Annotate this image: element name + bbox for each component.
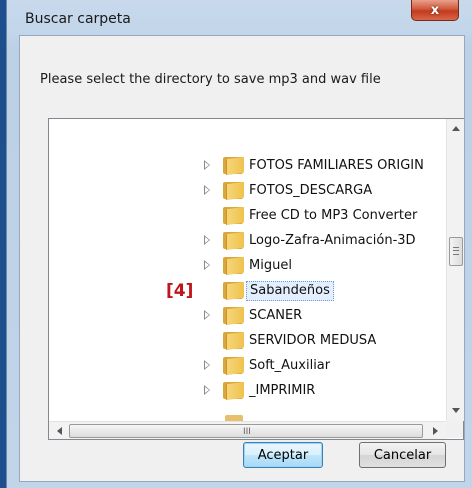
folder-icon [223,331,244,351]
expand-arrow-icon[interactable] [204,360,210,370]
folder-browse-dialog: Buscar carpeta x Please select the direc… [6,0,472,488]
scroll-left-arrow-icon[interactable] [57,427,62,435]
folder-tree-rows: [4] FOTOS FAMILIARES ORIGIN FOTOS_DESCARG… [49,119,446,421]
folder-icon [223,381,244,401]
vertical-scrollbar[interactable] [446,119,464,421]
folder-icon [223,306,244,326]
tree-item[interactable]: SCANER [49,305,446,327]
expand-arrow-icon[interactable] [204,310,210,320]
scroll-up-arrow-icon[interactable] [452,126,460,131]
folder-icon [223,156,244,176]
close-button[interactable]: x [411,0,459,21]
tree-item-label: SCANER [249,308,303,323]
folder-icon [223,356,244,376]
tree-item[interactable]: FOTOS_DESCARGA [49,180,446,202]
expand-arrow-icon[interactable] [204,235,210,245]
tree-item-label: Sabandeños [246,281,334,301]
accept-button[interactable]: Aceptar [243,442,323,468]
tree-item[interactable]: _IMPRIMIR [49,380,446,402]
tree-item-label: Logo-Zafra-Animación-3D [249,233,416,248]
scroll-right-arrow-icon[interactable] [433,427,438,435]
folder-icon [223,206,244,226]
dialog-body: Please select the directory to save mp3 … [19,35,465,482]
tree-item-label: Free CD to MP3 Converter [249,208,418,223]
folder-tree[interactable]: [4] FOTOS FAMILIARES ORIGIN FOTOS_DESCARG… [48,118,464,440]
expand-arrow-icon[interactable] [204,385,210,395]
tree-item-label: Soft_Auxiliar [249,358,331,373]
tree-item-label: SERVIDOR MEDUSA [249,333,377,348]
scrollbar-corner [446,421,463,438]
tree-item-label: FOTOS_DESCARGA [249,183,373,198]
tree-item[interactable]: Sabandeños [49,280,446,302]
folder-icon [223,181,244,201]
expand-arrow-icon[interactable] [204,260,210,270]
scroll-grip-icon: III [243,427,251,437]
title-bar: Buscar carpeta x [7,0,472,34]
tree-item[interactable]: Free CD to MP3 Converter [49,205,446,227]
folder-icon [223,231,244,251]
scroll-down-arrow-icon[interactable] [452,408,460,413]
horizontal-scrollbar[interactable]: III [49,421,446,439]
tree-item-label: Miguel [249,258,292,273]
expand-arrow-icon[interactable] [204,160,210,170]
tree-item-label: _IMPRIMIR [249,383,316,398]
folder-icon [223,281,244,301]
expand-arrow-icon[interactable] [204,185,210,195]
tree-item[interactable]: Soft_Auxiliar [49,355,446,377]
close-icon: x [430,2,440,18]
tree-item[interactable]: SERVIDOR MEDUSA [49,330,446,352]
folder-icon [223,256,244,276]
tree-item[interactable]: FOTOS FAMILIARES ORIGIN [49,155,446,177]
instruction-text: Please select the directory to save mp3 … [40,72,381,87]
cancel-button[interactable]: Cancelar [359,442,446,468]
tree-item-label: FOTOS FAMILIARES ORIGIN [249,158,424,173]
horizontal-scroll-thumb[interactable]: III [69,424,423,438]
vertical-scroll-thumb[interactable] [449,237,463,266]
tree-item[interactable]: Logo-Zafra-Animación-3D [49,230,446,252]
dialog-title: Buscar carpeta [25,11,131,27]
tree-item[interactable]: Miguel [49,255,446,277]
